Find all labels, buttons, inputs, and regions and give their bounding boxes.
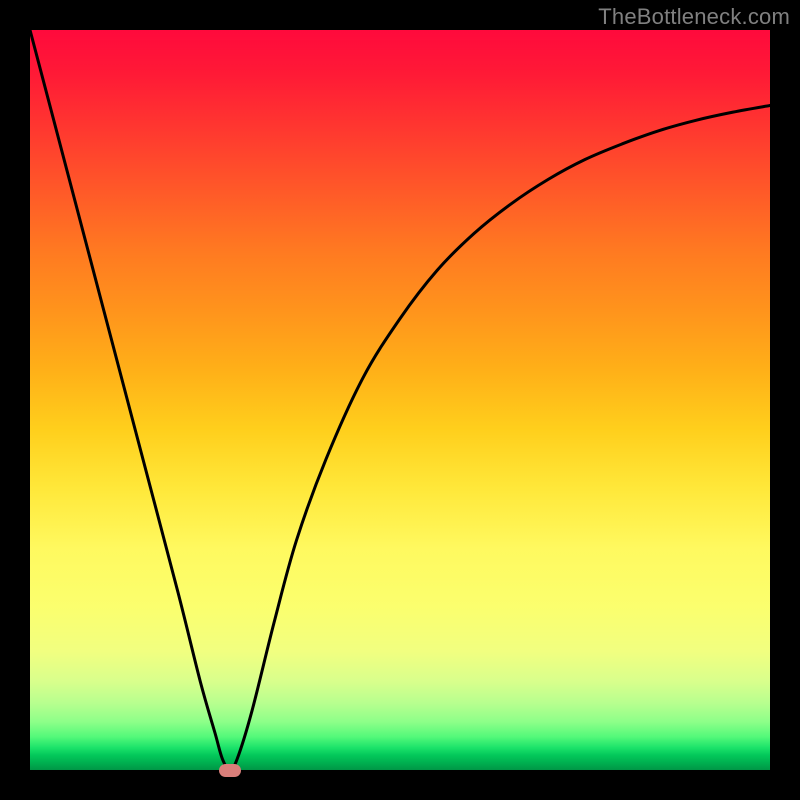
watermark-text: TheBottleneck.com	[598, 4, 790, 30]
minimum-marker	[219, 764, 241, 777]
bottleneck-curve-path	[30, 30, 770, 770]
curve-svg	[30, 30, 770, 770]
plot-area	[30, 30, 770, 770]
chart-frame: TheBottleneck.com	[0, 0, 800, 800]
